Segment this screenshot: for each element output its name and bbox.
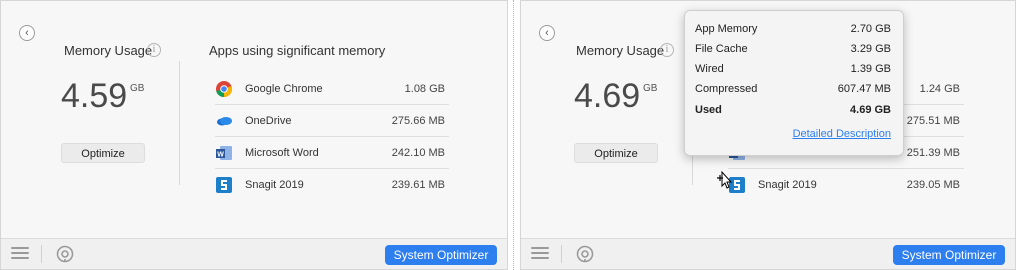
app-name: Microsoft Word	[245, 146, 319, 159]
popover-value: 607.47 MB	[837, 83, 891, 95]
move-cursor-icon	[714, 170, 738, 194]
footer-divider	[561, 245, 562, 263]
app-name: Snagit 2019	[758, 179, 817, 191]
word-icon: W	[215, 144, 233, 162]
popover-row-used: Used 4.69 GB	[695, 104, 891, 116]
app-row[interactable]: Snagit 2019 239.05 MB	[728, 169, 964, 201]
app-name: OneDrive	[245, 114, 292, 127]
section-divider	[179, 61, 180, 185]
system-optimizer-button[interactable]: System Optimizer	[385, 245, 497, 265]
memory-panel-left: ‹ Memory Usage i 4.59 GB Optimize Apps u…	[0, 0, 508, 270]
optimize-button[interactable]: Optimize	[574, 143, 658, 163]
memory-usage-label: Memory Usage	[64, 43, 153, 58]
chrome-icon	[215, 80, 233, 98]
app-row[interactable]: OneDrive 275.66 MB	[215, 105, 449, 137]
app-size: 239.61 MB	[391, 179, 445, 191]
popover-row-app-memory: App Memory 2.70 GB	[695, 23, 891, 35]
popover-value: 1.39 GB	[850, 63, 891, 75]
popover-value: 2.70 GB	[850, 23, 891, 35]
footer-bar: System Optimizer	[521, 238, 1015, 269]
app-row[interactable]: Google Chrome 1.08 GB	[215, 73, 449, 105]
app-size: 251.39 MB	[906, 146, 960, 159]
info-icon[interactable]: i	[147, 43, 161, 57]
assistant-icon[interactable]	[56, 245, 74, 263]
popover-label: Compressed	[695, 83, 758, 95]
screenshot-divider	[513, 0, 514, 270]
memory-details-popover: App Memory 2.70 GB File Cache 3.29 GB Wi…	[684, 10, 904, 156]
app-size: 275.51 MB	[906, 114, 960, 127]
app-size: 242.10 MB	[391, 146, 445, 159]
detailed-description-link[interactable]: Detailed Description	[793, 128, 891, 140]
list-menu-icon[interactable]	[11, 247, 29, 261]
app-size: 1.08 GB	[404, 82, 445, 95]
optimize-button[interactable]: Optimize	[61, 143, 145, 163]
popover-row-compressed: Compressed 607.47 MB	[695, 83, 891, 95]
app-row[interactable]: Snagit 2019 239.61 MB	[215, 169, 449, 201]
popover-label: Wired	[695, 63, 724, 75]
app-name: Snagit 2019	[245, 179, 304, 191]
back-button[interactable]: ‹	[539, 25, 555, 41]
memory-usage-label: Memory Usage	[576, 43, 665, 58]
footer-divider	[41, 245, 42, 263]
apps-title: Apps using significant memory	[209, 43, 386, 58]
memory-value: 4.59	[61, 77, 128, 115]
memory-unit: GB	[643, 83, 658, 94]
popover-label: App Memory	[695, 23, 758, 35]
app-size: 1.24 GB	[919, 82, 960, 95]
popover-label: File Cache	[695, 43, 748, 55]
app-size: 239.05 MB	[906, 179, 960, 191]
svg-text:W: W	[217, 151, 224, 158]
info-icon[interactable]: i	[660, 43, 674, 57]
popover-value: 4.69 GB	[850, 104, 891, 116]
snagit-icon	[215, 176, 233, 194]
popover-row-wired: Wired 1.39 GB	[695, 63, 891, 75]
memory-unit: GB	[130, 83, 145, 94]
memory-value: 4.69	[574, 77, 641, 115]
list-menu-icon[interactable]	[531, 247, 549, 261]
app-name: Google Chrome	[245, 82, 323, 95]
onedrive-icon	[215, 112, 233, 130]
popover-row-file-cache: File Cache 3.29 GB	[695, 43, 891, 55]
system-optimizer-button[interactable]: System Optimizer	[893, 245, 1005, 265]
app-size: 275.66 MB	[391, 114, 445, 127]
app-row[interactable]: W Microsoft Word 242.10 MB	[215, 137, 449, 169]
back-button[interactable]: ‹	[19, 25, 35, 41]
footer-bar: System Optimizer	[1, 238, 507, 269]
assistant-icon[interactable]	[576, 245, 594, 263]
popover-label: Used	[695, 104, 722, 116]
popover-value: 3.29 GB	[850, 43, 891, 55]
